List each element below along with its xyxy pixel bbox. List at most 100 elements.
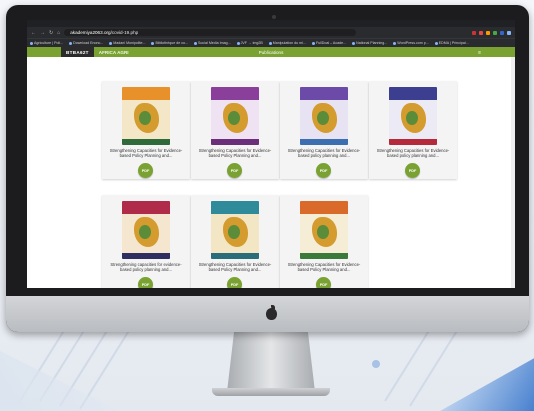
bookmark-item[interactable]: Manipulation du mi... [268, 41, 306, 45]
publication-card[interactable]: Strengthening Capacities for Evidence-ba… [191, 195, 279, 288]
publication-title-line: based policy planning and... [387, 153, 439, 159]
extension-icon[interactable] [479, 30, 483, 35]
cover-footer-band [389, 139, 437, 145]
reload-icon[interactable]: ↻ [49, 30, 53, 36]
publication-title[interactable]: Strengthening Capacities for Evidence-ba… [282, 262, 366, 273]
bookmark-favicon-icon [393, 41, 397, 45]
publication-card[interactable]: Strengthening Capacities for Evidence-ba… [280, 195, 368, 288]
publication-title[interactable]: Strengthening Capacities for Evidence-ba… [371, 148, 455, 159]
publication-title[interactable]: Strengthening Capacities for Evidence-ba… [193, 148, 277, 159]
publication-cover-image[interactable] [122, 201, 170, 259]
publication-title[interactable]: Strengthening capacities for evidence-ba… [104, 262, 188, 273]
extension-icon[interactable] [500, 30, 504, 35]
pdf-download-button[interactable]: PDF [316, 163, 331, 178]
home-icon[interactable]: ⌂ [57, 30, 60, 36]
bookmark-label: EDMA | Principal... [438, 41, 469, 45]
forward-icon[interactable]: → [40, 30, 45, 36]
bookmark-favicon-icon [30, 41, 33, 45]
cover-title-band [211, 201, 259, 214]
address-bar[interactable]: akademiya2063.org/covid-19.php [64, 29, 357, 36]
cover-footer-band [122, 139, 170, 145]
publication-card[interactable]: Strengthening capacities for evidence-ba… [102, 195, 190, 288]
bookmark-item[interactable]: Madani Monipolite... [109, 41, 145, 45]
bookmark-label: WordPress.com p... [397, 41, 429, 45]
cover-pattern [139, 111, 151, 125]
cover-title-band [122, 87, 170, 100]
publication-cover-image[interactable] [389, 87, 437, 145]
back-icon[interactable]: ← [31, 30, 36, 36]
cover-footer-band [300, 253, 348, 259]
bookmark-label: FullDoal – Acade... [315, 41, 347, 45]
bookmark-label: National Planning... [356, 41, 388, 45]
cover-pattern [228, 225, 240, 239]
bookmark-favicon-icon [434, 41, 438, 45]
cover-pattern [139, 225, 151, 239]
publication-card[interactable]: Strengthening Capacities for Evidence-ba… [280, 81, 368, 179]
publication-card[interactable]: Strengthening Capacities for Evidence-ba… [102, 81, 190, 179]
bookmark-item[interactable]: WordPress.com p... [393, 41, 429, 45]
bookmark-item[interactable]: Agriculture | Poli... [30, 41, 63, 45]
publication-title[interactable]: Strengthening Capacities for Evidence-ba… [193, 262, 277, 273]
screen: ← → ↻ ⌂ akademiya2063.org/covid-19.php A… [27, 20, 515, 288]
pdf-download-button[interactable]: PDF [405, 163, 420, 178]
extension-icon[interactable] [507, 30, 511, 35]
bookmark-favicon-icon [311, 41, 315, 45]
extension-icon[interactable] [493, 30, 497, 35]
cover-title-band [389, 87, 437, 100]
cover-pattern [406, 111, 418, 125]
cover-pattern [317, 225, 329, 239]
bookmarks-bar: Agriculture | Poli... Download Enonc... Ma… [27, 38, 515, 47]
bookmark-favicon-icon [151, 41, 155, 45]
cover-pattern [228, 111, 240, 125]
cover-footer-band [300, 139, 348, 145]
menu-icon[interactable]: ≡ [478, 50, 481, 56]
publication-title[interactable]: Strengthening Capacities for Evidence-ba… [282, 148, 366, 159]
publication-cover-image[interactable] [300, 87, 348, 145]
bookmark-favicon-icon [352, 41, 356, 45]
bookmark-favicon-icon [69, 41, 73, 45]
bookmark-label: Social Media Imag... [198, 41, 231, 45]
publication-title[interactable]: Strengthening Capacities for Evidence-ba… [104, 148, 188, 159]
cover-title-band [122, 201, 170, 214]
publication-title-line: based Policy Planning and... [208, 153, 262, 159]
cover-footer-band [211, 139, 259, 145]
pdf-download-button[interactable]: PDF [227, 163, 242, 178]
bookmark-item[interactable]: Social Media Imag... [194, 41, 231, 45]
pdf-download-button[interactable]: PDF [138, 163, 153, 178]
decor-dot [372, 360, 380, 368]
cover-pattern [317, 111, 329, 125]
bookmark-item[interactable]: FullDoal – Acade... [311, 41, 347, 45]
bookmark-item[interactable]: Bibliothèque de co... [151, 41, 188, 45]
pdf-download-button[interactable]: PDF [316, 277, 331, 288]
bookmark-favicon-icon [268, 41, 272, 45]
bookmark-label: Madani Monipolite... [113, 41, 146, 45]
bookmark-favicon-icon [109, 41, 113, 45]
cover-title-band [300, 87, 348, 100]
extensions-area [472, 30, 511, 35]
page-title: Publications [258, 50, 284, 55]
pdf-download-button[interactable]: PDF [138, 277, 153, 288]
bookmark-label: Agriculture | Poli... [34, 41, 64, 45]
publication-cover-image[interactable] [211, 201, 259, 259]
apple-logo-icon [266, 308, 277, 320]
cover-footer-band [122, 253, 170, 259]
cover-title-band [211, 87, 259, 100]
pdf-download-button[interactable]: PDF [227, 277, 242, 288]
publication-card[interactable]: Strengthening Capacities for Evidence-ba… [369, 81, 457, 179]
bookmark-item[interactable]: EDMA | Principal... [434, 41, 469, 45]
publication-title-line: based policy planning and... [298, 153, 350, 159]
bookmark-label: Download Enonc... [73, 41, 104, 45]
extension-icon[interactable] [486, 30, 490, 35]
bookmark-favicon-icon [194, 41, 198, 45]
bookmark-item[interactable]: Download Enonc... [69, 41, 103, 45]
publication-cover-image[interactable] [300, 201, 348, 259]
bookmark-item[interactable]: JVF → img2B [236, 41, 263, 45]
scrollbar[interactable] [511, 57, 515, 288]
publication-title-line: based Policy Planning and... [297, 267, 351, 273]
publication-card[interactable]: Strengthening Capacities for Evidence-ba… [191, 81, 279, 179]
publication-cover-image[interactable] [211, 87, 259, 145]
extension-icon[interactable] [472, 30, 476, 35]
bookmark-item[interactable]: National Planning... [352, 41, 387, 45]
publication-cover-image[interactable] [122, 87, 170, 145]
publication-title-line: based policy planning and... [120, 267, 172, 273]
